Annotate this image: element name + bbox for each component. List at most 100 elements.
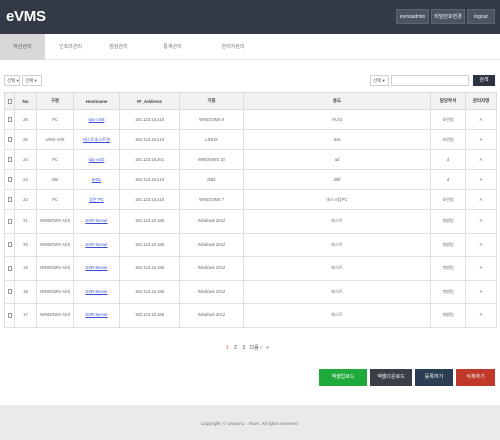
row-checkbox-cell[interactable] — [4, 189, 15, 210]
page-2-link[interactable]: 2 — [234, 345, 237, 351]
cell-admin: A — [465, 169, 497, 190]
cell-type: UNIX-서버 — [36, 129, 74, 150]
cell-hostname: spc-w10 — [73, 149, 120, 170]
table-row[interactable]: 22 PC 잡은 PC 192.123.16.210 WINDOWS 7 데스크… — [4, 189, 497, 210]
row-checkbox[interactable] — [7, 116, 12, 122]
row-checkbox[interactable] — [7, 196, 12, 202]
tab-inspection-management[interactable]: 점검관리 — [96, 34, 141, 60]
cell-dept: 개발팀 — [430, 303, 466, 328]
hostname-link[interactable]: SVR-Server — [85, 242, 107, 247]
cell-ip: 192.123.16.210 — [119, 129, 180, 150]
page-3-link[interactable]: 3 — [242, 345, 245, 351]
cell-os: Windows 2012 — [179, 232, 244, 257]
row-checkbox[interactable] — [7, 176, 12, 182]
row-checkbox-cell[interactable] — [4, 209, 15, 234]
cell-type: WINDOWS-서버 — [36, 232, 74, 257]
excel-download-button[interactable]: 엑셀다운로드 — [370, 369, 412, 386]
tab-admin-management[interactable]: 관리자관리 — [208, 34, 258, 60]
row-checkbox-cell[interactable] — [4, 149, 15, 170]
table-row[interactable]: 23 DB test1 192.123.16.210 DB2 dfdf d A — [4, 169, 497, 190]
cell-hostname: SVR-Server — [73, 303, 120, 328]
last-page-link[interactable]: » — [266, 345, 269, 351]
table-row[interactable]: 24 PC spc-w10 192.123.16.201 WINDOWS 10 … — [4, 149, 497, 170]
col-header-dept[interactable]: 담당부서 — [430, 92, 466, 110]
table-row[interactable]: 20 WINDOWS-서버 SVR-Server 192.123.16.186 … — [4, 232, 497, 257]
cell-ip: 192.123.16.186 — [119, 256, 180, 281]
cell-ip: 192.123.16.186 — [119, 209, 180, 234]
row-checkbox-cell[interactable] — [4, 303, 15, 328]
col-header-type[interactable]: 구분 — [36, 92, 74, 110]
col-header-os[interactable]: 기종 — [179, 92, 244, 110]
table-row[interactable]: 26 PC spc-cm6 192.123.16.210 WINDOWS 8 가… — [4, 109, 497, 130]
hostname-link[interactable]: SVR-Server — [85, 265, 107, 270]
row-checkbox[interactable] — [7, 289, 12, 295]
col-header-admin[interactable]: 관리자명 — [465, 92, 497, 110]
change-password-button[interactable]: 비밀번호변경 — [431, 9, 465, 24]
table-row[interactable]: 19 WINDOWS-서버 SVR-Server 192.123.16.186 … — [4, 256, 497, 281]
cell-ip: 192.123.16.210 — [119, 189, 180, 210]
tab-statistics-management[interactable]: 통계관리 — [150, 34, 195, 60]
hostname-link[interactable]: test1 — [92, 177, 101, 182]
hostname-link[interactable]: SVR-Server — [85, 218, 107, 223]
cell-hostname: 잡은 PC — [73, 189, 120, 210]
col-header-usage[interactable]: 용도 — [243, 92, 431, 110]
table-row[interactable]: 25 UNIX-서버 테스트호스트명 192.123.16.210 LINUX … — [4, 129, 497, 150]
row-checkbox[interactable] — [7, 156, 12, 162]
row-checkbox-cell[interactable] — [4, 109, 15, 130]
user-button[interactable]: evmsadmin — [396, 9, 429, 24]
search-input[interactable] — [391, 75, 469, 86]
cell-admin: A — [465, 256, 497, 281]
cell-dept: 보안팀 — [430, 109, 466, 130]
row-checkbox[interactable] — [7, 136, 12, 142]
hostname-link[interactable]: spc-cm6 — [89, 117, 105, 122]
cell-ip: 192.123.16.186 — [119, 279, 180, 304]
cell-admin: A — [465, 189, 497, 210]
filter-select-1[interactable]: 선택 ▾ — [4, 75, 20, 86]
search-field-select[interactable]: 선택 ▾ — [370, 75, 389, 86]
table-row[interactable]: 18 WINDOWS-서버 SVR-Server 192.123.16.186 … — [4, 279, 497, 304]
row-checkbox-cell[interactable] — [4, 169, 15, 190]
cell-dept: 개발팀 — [430, 209, 466, 234]
row-checkbox[interactable] — [7, 312, 12, 318]
table-row[interactable]: 17 WINDOWS-서버 SVR-Server 192.123.16.186 … — [4, 303, 497, 328]
delete-button[interactable]: 삭제하기 — [456, 369, 495, 386]
row-checkbox[interactable] — [7, 242, 12, 248]
col-header-hostname[interactable]: Hostname — [73, 92, 120, 110]
register-button[interactable]: 등록하기 — [415, 369, 453, 386]
table-row[interactable]: 21 WINDOWS-서버 SVR-Server 192.123.16.186 … — [4, 209, 497, 234]
tab-infra-management[interactable]: 인프라관리 — [48, 34, 93, 60]
select-all-header[interactable] — [4, 92, 15, 110]
cell-hostname: test1 — [73, 169, 120, 190]
hostname-link[interactable]: SVR-Server — [85, 289, 107, 294]
row-checkbox-cell[interactable] — [4, 279, 15, 304]
cell-no: 19 — [14, 256, 37, 281]
pagination: 1 2 3 다음 › » — [226, 344, 269, 352]
hostname-link[interactable]: 테스트호스트명 — [83, 137, 110, 142]
row-checkbox[interactable] — [7, 265, 12, 271]
cell-dept: 개발팀 — [430, 232, 466, 257]
col-header-no[interactable]: No — [14, 92, 37, 110]
app-logo[interactable]: eVMS — [6, 8, 46, 25]
hostname-link[interactable]: 잡은 PC — [89, 197, 104, 202]
tab-asset-management[interactable]: 자산관리 — [0, 34, 45, 60]
excel-upload-button[interactable]: 엑셀업로드 — [319, 369, 367, 386]
cell-admin: A — [465, 109, 497, 130]
logout-button[interactable]: logout — [467, 9, 495, 24]
row-checkbox[interactable] — [7, 218, 12, 224]
next-page-link[interactable]: 다음 › — [250, 345, 262, 351]
cell-admin: A — [465, 149, 497, 170]
cell-hostname: spc-cm6 — [73, 109, 120, 130]
page-1-link[interactable]: 1 — [226, 345, 229, 351]
row-checkbox-cell[interactable] — [4, 129, 15, 150]
hostname-link[interactable]: SVR-Server — [85, 312, 107, 317]
filter-select-2[interactable]: 선택 ▾ — [22, 75, 42, 86]
cell-usage: 가나다 — [243, 109, 431, 130]
hostname-link[interactable]: spc-w10 — [89, 157, 105, 162]
select-all-checkbox[interactable] — [7, 98, 12, 104]
row-checkbox-cell[interactable] — [4, 256, 15, 281]
cell-ip: 192.123.16.201 — [119, 149, 180, 170]
row-checkbox-cell[interactable] — [4, 232, 15, 257]
cell-type: WINDOWS-서버 — [36, 279, 74, 304]
col-header-ip[interactable]: IP_Address — [119, 92, 180, 110]
search-button[interactable]: 검색 — [473, 75, 495, 86]
